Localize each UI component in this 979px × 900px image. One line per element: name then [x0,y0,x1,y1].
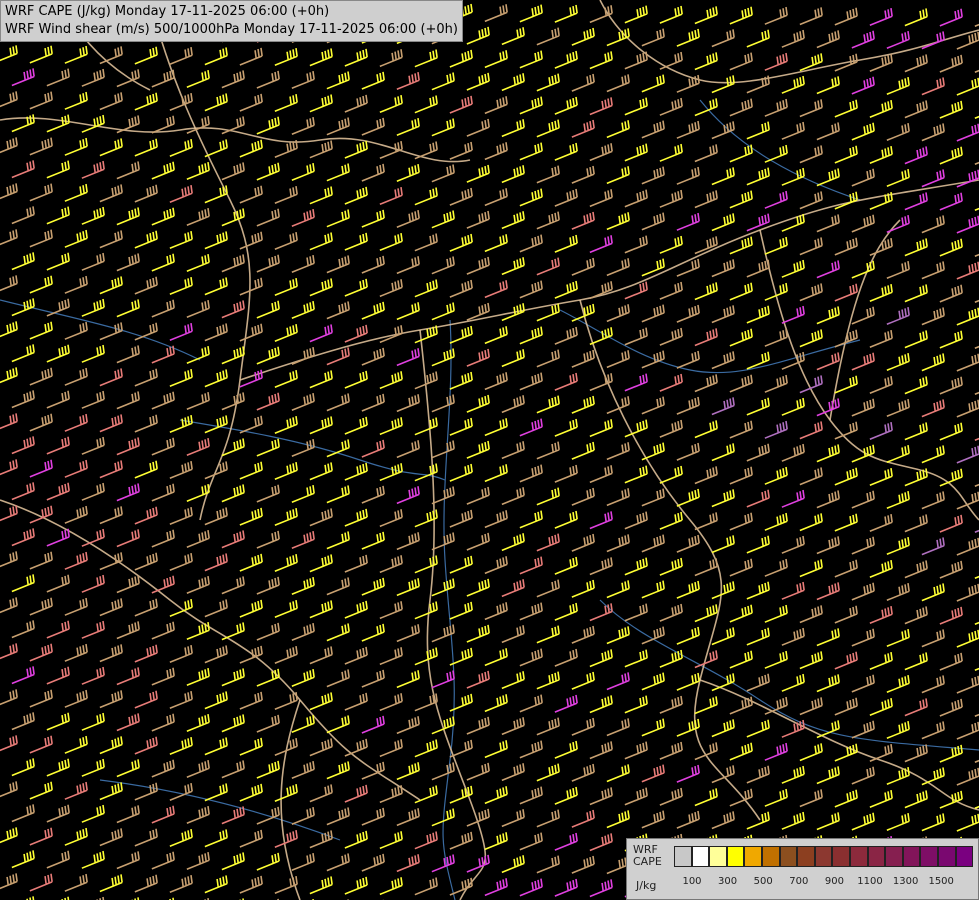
legend-swatch [797,846,815,867]
legend-tick-label: 1100 [857,876,883,887]
legend-unit: J/kg [636,879,657,892]
cape-title: WRF CAPE (J/kg) Monday 17-11-2025 06:00 … [5,4,330,19]
legend-tick-labels: 100 300 500 700 900 1100 1300 1500 [674,876,974,890]
legend-swatch [709,846,727,867]
legend-swatch [902,846,921,867]
legend-title-line2: CAPE [633,855,662,868]
legend-swatch [814,846,833,867]
legend-color-scale [674,846,974,867]
legend-tick-label: 100 [682,876,702,887]
legend-swatch [674,846,692,867]
legend-swatch [832,846,850,867]
legend-swatch [955,846,974,867]
legend-tick-label: 1300 [892,876,919,887]
wind-shear-title: WRF Wind shear (m/s) 500/1000hPa Monday … [5,22,458,37]
legend-swatch [779,846,798,867]
cape-legend: WRF CAPE J/kg 100 300 500 700 900 1100 1300 150… [626,838,979,900]
legend-swatch [691,846,710,867]
legend-tick-label: 700 [789,876,809,887]
legend-swatch [849,846,868,867]
legend-title: WRF CAPE [633,844,662,868]
legend-swatch [867,846,886,867]
legend-tick-label: 500 [753,876,773,887]
legend-swatch [885,846,903,867]
cape-wind-shear-map [0,0,979,900]
map-title-box: WRF CAPE (J/kg) Monday 17-11-2025 06:00 … [0,0,463,42]
legend-swatch [744,846,762,867]
legend-tick-label: 300 [718,876,738,887]
legend-tick-label: 1500 [928,876,954,887]
legend-tick-label: 900 [824,876,844,887]
legend-swatch [726,846,745,867]
legend-swatch [920,846,938,867]
legend-swatch [761,846,780,867]
legend-swatch [937,846,956,867]
